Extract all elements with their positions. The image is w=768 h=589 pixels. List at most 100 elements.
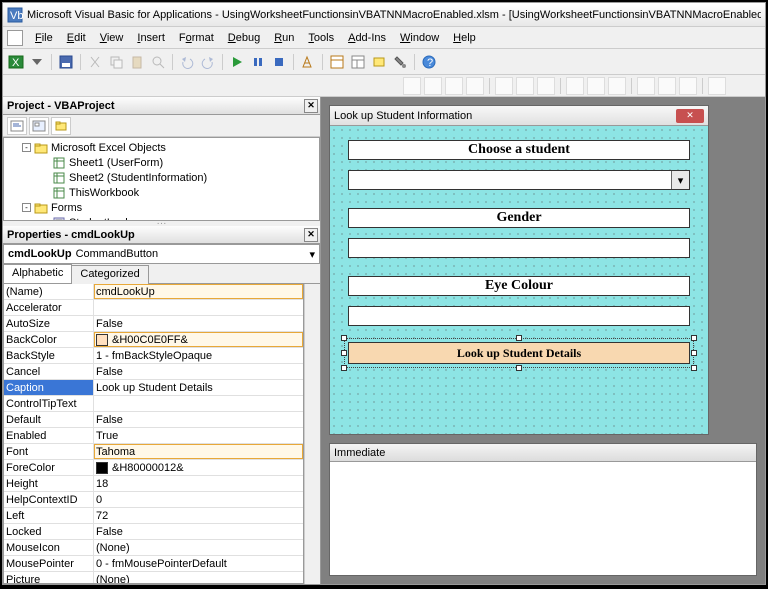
property-row[interactable]: HelpContextID0 [4, 492, 303, 508]
project-tree[interactable]: -Microsoft Excel ObjectsSheet1 (UserForm… [3, 137, 320, 221]
property-row[interactable]: LockedFalse [4, 524, 303, 540]
zoom-icon[interactable] [708, 77, 726, 95]
property-value[interactable]: False [94, 364, 303, 379]
property-row[interactable]: AutoSizeFalse [4, 316, 303, 332]
menu-help[interactable]: Help [447, 30, 482, 46]
align-top-icon[interactable] [566, 77, 584, 95]
property-row[interactable]: Left72 [4, 508, 303, 524]
expand-icon[interactable]: - [22, 203, 31, 212]
bring-front-icon[interactable] [403, 77, 421, 95]
same-height-icon[interactable] [658, 77, 676, 95]
toggle-folders-icon[interactable] [51, 117, 71, 135]
resize-handle[interactable] [341, 350, 347, 356]
userform-close-icon[interactable]: ✕ [676, 109, 704, 123]
menu-addins[interactable]: Add-Ins [342, 30, 392, 46]
property-value[interactable]: 0 - fmMousePointerDefault [94, 556, 303, 571]
project-explorer-icon[interactable] [328, 53, 346, 71]
copy-icon[interactable] [107, 53, 125, 71]
textbox-gender[interactable] [348, 238, 690, 258]
properties-grid[interactable]: (Name)cmdLookUpAcceleratorAutoSizeFalseB… [3, 284, 304, 584]
tree-item[interactable]: Sheet2 (StudentInformation) [6, 170, 317, 185]
property-row[interactable]: CancelFalse [4, 364, 303, 380]
property-row[interactable]: Height18 [4, 476, 303, 492]
label-choose-student[interactable]: Choose a student [348, 140, 690, 160]
resize-handle[interactable] [691, 350, 697, 356]
reset-icon[interactable] [270, 53, 288, 71]
insert-dropdown-icon[interactable] [28, 53, 46, 71]
property-value[interactable]: 18 [94, 476, 303, 491]
tree-item[interactable]: Sheet1 (UserForm) [6, 155, 317, 170]
design-mode-icon[interactable] [299, 53, 317, 71]
group-icon[interactable] [445, 77, 463, 95]
align-right-icon[interactable] [537, 77, 555, 95]
property-row[interactable]: (Name)cmdLookUp [4, 284, 303, 300]
menu-file[interactable]: File [29, 30, 59, 46]
menu-tools[interactable]: Tools [302, 30, 340, 46]
property-value[interactable]: 1 - fmBackStyleOpaque [94, 348, 303, 363]
property-row[interactable]: Accelerator [4, 300, 303, 316]
property-row[interactable]: DefaultFalse [4, 412, 303, 428]
view-code-icon[interactable] [7, 117, 27, 135]
menu-view[interactable]: View [94, 30, 130, 46]
redo-icon[interactable] [199, 53, 217, 71]
resize-handle[interactable] [341, 365, 347, 371]
property-row[interactable]: EnabledTrue [4, 428, 303, 444]
property-value[interactable]: False [94, 524, 303, 539]
combobox-student[interactable]: ▾ [348, 170, 690, 190]
align-left-icon[interactable] [495, 77, 513, 95]
property-value[interactable]: False [94, 412, 303, 427]
property-value[interactable] [94, 396, 303, 411]
property-row[interactable]: Picture(None) [4, 572, 303, 584]
paste-icon[interactable] [128, 53, 146, 71]
menu-format[interactable]: Format [173, 30, 220, 46]
immediate-window[interactable]: Immediate [329, 443, 757, 576]
object-selector[interactable]: cmdLookUp CommandButton ▾ [3, 244, 320, 264]
find-icon[interactable] [149, 53, 167, 71]
property-value[interactable]: True [94, 428, 303, 443]
property-row[interactable]: MouseIcon(None) [4, 540, 303, 556]
align-bottom-icon[interactable] [608, 77, 626, 95]
ungroup-icon[interactable] [466, 77, 484, 95]
property-row[interactable]: FontTahoma [4, 444, 303, 460]
property-row[interactable]: MousePointer0 - fmMousePointerDefault [4, 556, 303, 572]
resize-handle[interactable] [516, 365, 522, 371]
tree-item[interactable]: ThisWorkbook [6, 185, 317, 200]
resize-handle[interactable] [691, 335, 697, 341]
view-excel-icon[interactable]: X [7, 53, 25, 71]
property-value[interactable]: (None) [94, 572, 303, 584]
align-middle-icon[interactable] [587, 77, 605, 95]
align-center-icon[interactable] [516, 77, 534, 95]
expand-icon[interactable]: - [22, 143, 31, 152]
textbox-eye-colour[interactable] [348, 306, 690, 326]
send-back-icon[interactable] [424, 77, 442, 95]
property-value[interactable]: &H80000012& [94, 460, 303, 475]
tab-alphabetic[interactable]: Alphabetic [3, 264, 72, 283]
property-value[interactable]: 0 [94, 492, 303, 507]
menu-edit[interactable]: Edit [61, 30, 92, 46]
cut-icon[interactable] [86, 53, 104, 71]
property-value[interactable]: cmdLookUp [94, 284, 303, 299]
same-size-icon[interactable] [679, 77, 697, 95]
property-value[interactable]: Look up Student Details [94, 380, 303, 395]
run-icon[interactable] [228, 53, 246, 71]
menu-insert[interactable]: Insert [131, 30, 171, 46]
object-browser-icon[interactable] [370, 53, 388, 71]
menu-run[interactable]: Run [268, 30, 300, 46]
menu-bar[interactable]: File Edit View Insert Format Debug Run T… [3, 27, 765, 49]
mdi-icon[interactable] [7, 30, 23, 46]
resize-handle[interactable] [516, 335, 522, 341]
resize-handle[interactable] [691, 365, 697, 371]
property-row[interactable]: BackStyle1 - fmBackStyleOpaque [4, 348, 303, 364]
project-close-button[interactable]: ✕ [304, 99, 318, 113]
property-value[interactable]: Tahoma [94, 444, 303, 459]
toolbox-icon[interactable] [391, 53, 409, 71]
property-value[interactable]: (None) [94, 540, 303, 555]
label-gender[interactable]: Gender [348, 208, 690, 228]
label-eye-colour[interactable]: Eye Colour [348, 276, 690, 296]
help-icon[interactable]: ? [420, 53, 438, 71]
immediate-body[interactable] [330, 462, 756, 575]
properties-icon[interactable] [349, 53, 367, 71]
save-icon[interactable] [57, 53, 75, 71]
property-row[interactable]: BackColor&H00C0E0FF& [4, 332, 303, 348]
property-value[interactable]: False [94, 316, 303, 331]
